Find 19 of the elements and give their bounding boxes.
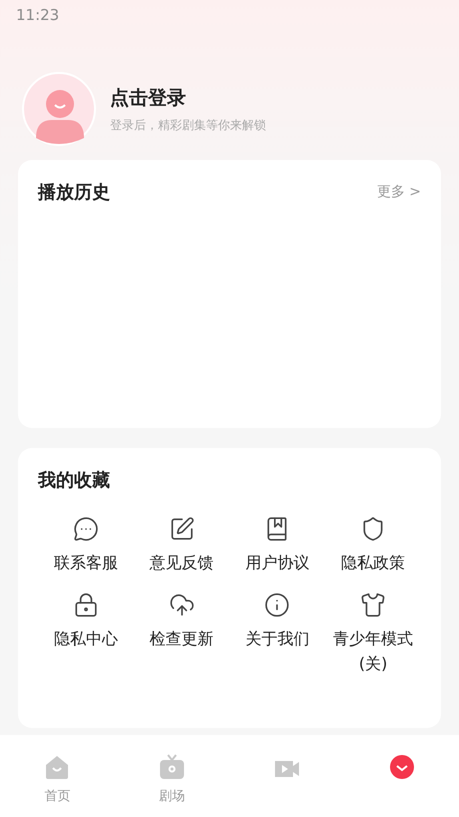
status-time: 11:23 [16,6,60,24]
menu-label[interactable]: 用户协议 [245,550,310,576]
menu-label[interactable]: 隐私政策 [341,550,406,576]
menu-label[interactable]: 青少年模式(关) [330,626,416,677]
menu-label[interactable]: 隐私中心 [54,626,118,652]
login-subtitle: 登录后，精彩剧集等你来解锁 [110,116,266,134]
menu-label[interactable]: 检查更新 [150,626,214,652]
menu-label[interactable]: 意见反馈 [150,550,214,576]
menu-label[interactable]: 联系客服 [54,550,118,576]
edit-icon[interactable] [168,516,195,542]
favorites-title: 我的收藏 [38,469,111,492]
lock-icon[interactable] [72,592,99,618]
info-icon[interactable] [264,592,290,618]
history-title: 播放历史 [38,181,110,204]
shirt-icon[interactable] [360,592,386,618]
menu-label[interactable]: 关于我们 [245,626,310,652]
chat-icon[interactable] [72,516,99,542]
login-title[interactable]: 点击登录 [110,84,266,110]
upload-icon[interactable] [168,592,195,618]
